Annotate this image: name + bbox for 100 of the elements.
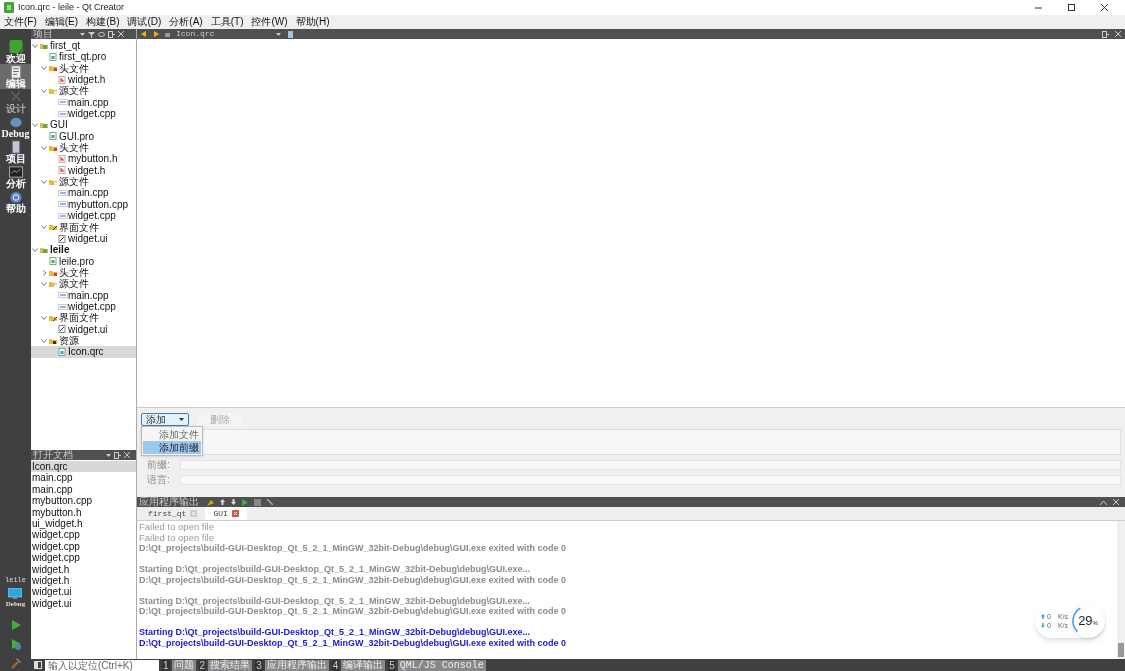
scrollbar[interactable] — [1117, 521, 1125, 659]
tree-item[interactable]: 源文件 — [31, 85, 136, 97]
document-item[interactable]: widget.ui — [31, 597, 136, 610]
tree-item[interactable]: first_qt.pro — [31, 51, 136, 63]
tree-item[interactable]: mybutton.h — [31, 153, 136, 165]
project-folder-icon — [40, 121, 50, 130]
add-button[interactable]: 添加 — [141, 413, 189, 426]
monitor-icon — [8, 587, 23, 599]
pane-title: 项目 — [33, 29, 54, 39]
tree-item[interactable]: leile — [31, 244, 136, 256]
cpp-file-icon — [58, 189, 68, 198]
sidebar-toggle-icon[interactable] — [34, 661, 42, 669]
tree-item[interactable]: 头文件 — [31, 142, 136, 154]
mode-button[interactable]: 编辑 — [0, 64, 31, 89]
help-icon — [7, 189, 24, 204]
tree-item[interactable]: widget.cpp — [31, 210, 136, 222]
tree-item[interactable]: GUI.pro — [31, 130, 136, 143]
document-item[interactable]: widget.h — [31, 563, 136, 575]
project-file-icon — [49, 132, 59, 141]
project-file-icon — [49, 53, 59, 61]
tree-item[interactable]: widget.h — [31, 74, 136, 86]
tree-item[interactable]: widget.cpp — [31, 300, 136, 313]
split-icon[interactable] — [114, 451, 121, 459]
split-icon[interactable] — [1102, 30, 1109, 38]
clear-icon[interactable] — [207, 498, 214, 506]
tree-item[interactable]: Icon.qrc — [31, 346, 136, 358]
output-tab[interactable]: GUI — [205, 507, 247, 520]
tree-item[interactable]: main.cpp — [31, 187, 136, 199]
back-arrow-icon[interactable] — [141, 31, 147, 37]
locator-field[interactable]: 输入以定位(Ctrl+K) — [45, 659, 159, 671]
output-line: Starting D:\Qt_projects\build-GUI-Desktop_Qt_5_2_1_MinGW_32bit-Debug\debug\GUI.exe... — [139, 595, 531, 606]
document-item[interactable]: widget.h — [31, 574, 136, 587]
document-item[interactable]: ui_widget.h — [31, 517, 136, 530]
collapse-icon[interactable] — [1100, 499, 1107, 505]
tree-item[interactable]: widget.ui — [31, 323, 136, 335]
project-file-icon — [49, 257, 59, 266]
tree-item[interactable]: 资源 — [31, 334, 136, 347]
stop-icon[interactable] — [254, 498, 261, 506]
folder-icon — [49, 313, 59, 322]
menu-item[interactable]: 分析(A) — [168, 16, 204, 28]
document-item[interactable]: widget.cpp — [31, 540, 136, 553]
document-item[interactable]: main.cpp — [31, 483, 136, 496]
menu-item[interactable]: 文件(F) — [3, 16, 38, 28]
tree-item[interactable]: 源文件 — [31, 278, 136, 290]
document-item[interactable]: widget.cpp — [31, 529, 136, 541]
tree-item[interactable]: first_qt — [31, 40, 136, 52]
split-icon[interactable] — [108, 30, 115, 38]
mode-button[interactable]: Debug — [0, 114, 31, 139]
tree-item[interactable]: main.cpp — [31, 96, 136, 109]
tree-item[interactable]: mybutton.cpp — [31, 198, 136, 211]
menu-item[interactable]: 调试(D) — [126, 16, 163, 28]
tree-item[interactable]: 头文件 — [31, 62, 136, 75]
document-icon[interactable] — [287, 30, 294, 38]
close-icon[interactable] — [1100, 3, 1109, 12]
project-folder-icon — [40, 245, 50, 254]
mode-button[interactable]: 分析 — [0, 164, 31, 189]
tree-item[interactable]: 头文件 — [31, 266, 136, 279]
filter-icon[interactable] — [88, 30, 95, 38]
tree-item[interactable]: 源文件 — [31, 176, 136, 188]
menu-item[interactable]: 添加文件 — [143, 428, 201, 441]
mode-button[interactable]: 项目 — [0, 139, 31, 164]
folder-icon — [49, 87, 59, 96]
up-arrow-icon[interactable] — [220, 499, 225, 505]
cpp-file-icon — [58, 302, 68, 311]
menu-item[interactable]: 工具(T) — [209, 16, 245, 28]
document-item[interactable]: mybutton.h — [31, 506, 136, 518]
menu-item[interactable]: 添加前缀 — [143, 441, 201, 454]
document-item[interactable]: Icon.qrc — [31, 461, 136, 473]
tree-item[interactable]: widget.cpp — [31, 108, 136, 120]
tree-item[interactable]: widget.h — [31, 164, 136, 177]
document-item[interactable]: mybutton.cpp — [31, 495, 136, 507]
debug-run-icon[interactable] — [9, 638, 22, 650]
folder-icon — [49, 223, 59, 232]
tree-item[interactable]: widget.ui — [31, 232, 136, 245]
menu-item[interactable]: 帮助(H) — [294, 16, 331, 28]
run-icon[interactable] — [242, 498, 248, 506]
menu-item[interactable]: 编辑(E) — [43, 16, 80, 28]
down-arrow-icon[interactable] — [231, 499, 236, 505]
document-combo[interactable]: Icon.qrc — [176, 28, 281, 40]
menu-item[interactable]: 控件(W) — [250, 16, 289, 28]
document-item[interactable]: main.cpp — [31, 472, 136, 484]
mode-button[interactable]: 帮助 — [0, 189, 31, 214]
tree-item[interactable]: main.cpp — [31, 289, 136, 301]
tree-item[interactable]: GUI — [31, 119, 136, 131]
dropdown-arrow-icon[interactable] — [80, 31, 85, 37]
tree-item[interactable]: 界面文件 — [31, 221, 136, 233]
tree-item[interactable]: leile.pro — [31, 255, 136, 267]
run-icon[interactable] — [9, 619, 22, 631]
mode-button[interactable]: 欢迎 — [0, 39, 31, 64]
document-item[interactable]: widget.cpp — [31, 552, 136, 564]
dropdown-arrow-icon[interactable] — [106, 452, 111, 458]
document-item[interactable]: widget.ui — [31, 586, 136, 598]
forward-arrow-icon[interactable] — [153, 31, 159, 37]
hammer-icon[interactable] — [9, 657, 22, 669]
field-label: 语言: — [147, 475, 171, 485]
maximize-icon[interactable] — [1067, 3, 1076, 12]
menu-item[interactable]: 构建(B) — [85, 16, 121, 28]
header-file-icon — [58, 166, 68, 175]
window-title: Icon.qrc - leile - Qt Creator — [18, 0, 125, 14]
tree-item[interactable]: 界面文件 — [31, 312, 136, 324]
